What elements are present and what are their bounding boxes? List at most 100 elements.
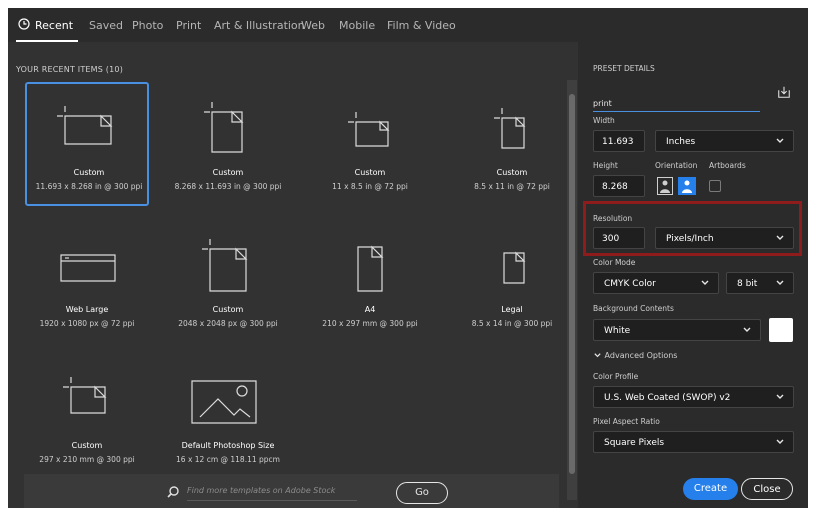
template-search-bar: Find more templates on Adobe Stock Go (24, 474, 559, 508)
item-name: Custom (354, 168, 386, 177)
page-doc-icon (503, 251, 526, 284)
item-name: Web Large (65, 305, 109, 314)
height-input[interactable]: 8.268 (593, 175, 645, 197)
landscape-doc-icon (63, 377, 107, 414)
pixel-aspect-value: Square Pixels (604, 438, 665, 448)
color-profile-label: Color Profile (593, 372, 639, 381)
item-dims: 11 x 8.5 in @ 72 ppi (332, 182, 408, 191)
chevron-down-icon (776, 439, 784, 444)
pixel-aspect-label: Pixel Aspect Ratio (593, 417, 660, 426)
bit-depth-select[interactable]: 8 bit (726, 272, 794, 294)
landscape-doc-icon (348, 112, 390, 147)
advanced-options-toggle[interactable]: Advanced Options (593, 351, 677, 360)
chevron-down-icon (776, 280, 784, 285)
background-contents-value: White (604, 326, 631, 336)
preset-name-input[interactable]: print (593, 97, 760, 112)
save-preset-icon[interactable] (777, 85, 791, 99)
height-label: Height (593, 161, 618, 170)
portrait-doc-icon (202, 239, 248, 292)
template-search-input[interactable]: Find more templates on Adobe Stock (187, 486, 357, 501)
color-profile-select[interactable]: U.S. Web Coated (SWOP) v2 (593, 386, 794, 408)
width-unit-value: Inches (666, 137, 696, 147)
resolution-highlight-box (583, 201, 802, 256)
background-contents-label: Background Contents (593, 304, 674, 313)
pixel-aspect-select[interactable]: Square Pixels (593, 431, 794, 453)
background-contents-select[interactable]: White (593, 319, 761, 341)
new-document-dialog: Recent Saved Photo Print Art & Illustrat… (8, 8, 808, 508)
recent-items-title: YOUR RECENT ITEMS (10) (16, 65, 124, 74)
page-doc-icon (357, 245, 384, 292)
create-button[interactable]: Create (683, 478, 738, 500)
category-tab-bar: Recent Saved Photo Print Art & Illustrat… (8, 8, 808, 42)
item-dims: 8.5 x 14 in @ 300 ppi (471, 319, 553, 328)
clock-icon (18, 18, 30, 30)
chevron-down-icon (776, 394, 784, 399)
recent-item[interactable]: Custom 11.693 x 8.268 in @ 300 ppi (25, 82, 149, 206)
item-dims: 11.693 x 8.268 in @ 300 ppi (35, 182, 143, 191)
recent-item[interactable]: Custom 8.5 x 11 in @ 72 ppi (450, 82, 574, 206)
preset-details-title: PRESET DETAILS (593, 64, 655, 73)
go-button[interactable]: Go (396, 482, 448, 504)
recent-item[interactable]: A4 210 x 297 mm @ 300 ppi (308, 219, 432, 343)
artboards-checkbox[interactable] (709, 180, 721, 192)
recent-item[interactable]: Default Photoshop Size 16 x 12 cm @ 118.… (166, 355, 290, 479)
chevron-down-icon (701, 280, 709, 285)
portrait-doc-icon (494, 108, 526, 149)
tab-web[interactable]: Web (301, 19, 325, 32)
item-name: Custom (73, 168, 105, 177)
color-mode-select[interactable]: CMYK Color (593, 272, 719, 294)
search-icon (167, 486, 179, 498)
tab-recent[interactable]: Recent (18, 18, 74, 32)
item-dims: 1920 x 1080 px @ 72 ppi (39, 319, 135, 328)
item-name: Legal (501, 305, 523, 314)
color-mode-value: CMYK Color (604, 279, 656, 289)
recent-item[interactable]: Custom 8.268 x 11.693 in @ 300 ppi (166, 82, 290, 206)
chevron-down-icon (594, 353, 601, 358)
recent-item[interactable]: Legal 8.5 x 14 in @ 300 ppi (450, 219, 574, 343)
tab-label: Recent (35, 19, 74, 32)
tab-film-video[interactable]: Film & Video (387, 19, 456, 32)
tab-mobile[interactable]: Mobile (339, 19, 375, 32)
advanced-options-label: Advanced Options (604, 351, 678, 360)
tab-print[interactable]: Print (176, 19, 201, 32)
image-doc-icon (191, 380, 257, 424)
recent-item[interactable]: Custom 2048 x 2048 px @ 300 ppi (166, 219, 290, 343)
item-name: Default Photoshop Size (181, 441, 275, 450)
item-dims: 8.268 x 11.693 in @ 300 ppi (174, 182, 282, 191)
item-name: Custom (71, 441, 103, 450)
tab-saved[interactable]: Saved (89, 19, 123, 32)
background-color-swatch[interactable] (769, 318, 793, 342)
color-profile-value: U.S. Web Coated (SWOP) v2 (604, 393, 731, 403)
tab-photo[interactable]: Photo (132, 19, 163, 32)
recent-item[interactable]: Custom 297 x 210 mm @ 300 ppi (25, 355, 149, 479)
item-dims: 16 x 12 cm @ 118.11 ppcm (176, 455, 280, 464)
portrait-orientation-icon[interactable] (657, 177, 673, 195)
portrait-doc-icon (204, 102, 244, 153)
web-doc-icon (60, 254, 116, 282)
chevron-down-icon (776, 138, 784, 143)
scrollbar-thumb[interactable] (569, 94, 575, 474)
close-button[interactable]: Close (741, 478, 793, 500)
width-label: Width (593, 116, 615, 125)
tab-art-illustration[interactable]: Art & Illustration (214, 19, 305, 32)
item-dims: 8.5 x 11 in @ 72 ppi (474, 182, 550, 191)
item-name: Custom (496, 168, 528, 177)
item-dims: 2048 x 2048 px @ 300 ppi (178, 319, 278, 328)
preset-details-panel: PRESET DETAILS print Width 11.693 Inches… (578, 42, 808, 508)
item-dims: 297 x 210 mm @ 300 ppi (39, 455, 135, 464)
width-unit-select[interactable]: Inches (655, 130, 794, 152)
recent-item[interactable]: Custom 11 x 8.5 in @ 72 ppi (308, 82, 432, 206)
recent-items-panel: YOUR RECENT ITEMS (10) Custom 11.693 x 8… (8, 42, 578, 508)
orientation-label: Orientation (655, 161, 698, 170)
landscape-doc-icon (57, 106, 113, 145)
recent-item[interactable]: Web Large 1920 x 1080 px @ 72 ppi (25, 219, 149, 343)
width-input[interactable]: 11.693 (593, 130, 645, 152)
landscape-orientation-icon[interactable] (678, 177, 696, 195)
bit-depth-value: 8 bit (737, 279, 758, 289)
item-name: Custom (212, 168, 244, 177)
item-name: A4 (364, 305, 376, 314)
color-mode-label: Color Mode (593, 258, 636, 267)
chevron-down-icon (743, 327, 751, 332)
item-name: Custom (212, 305, 244, 314)
artboards-label: Artboards (709, 161, 746, 170)
